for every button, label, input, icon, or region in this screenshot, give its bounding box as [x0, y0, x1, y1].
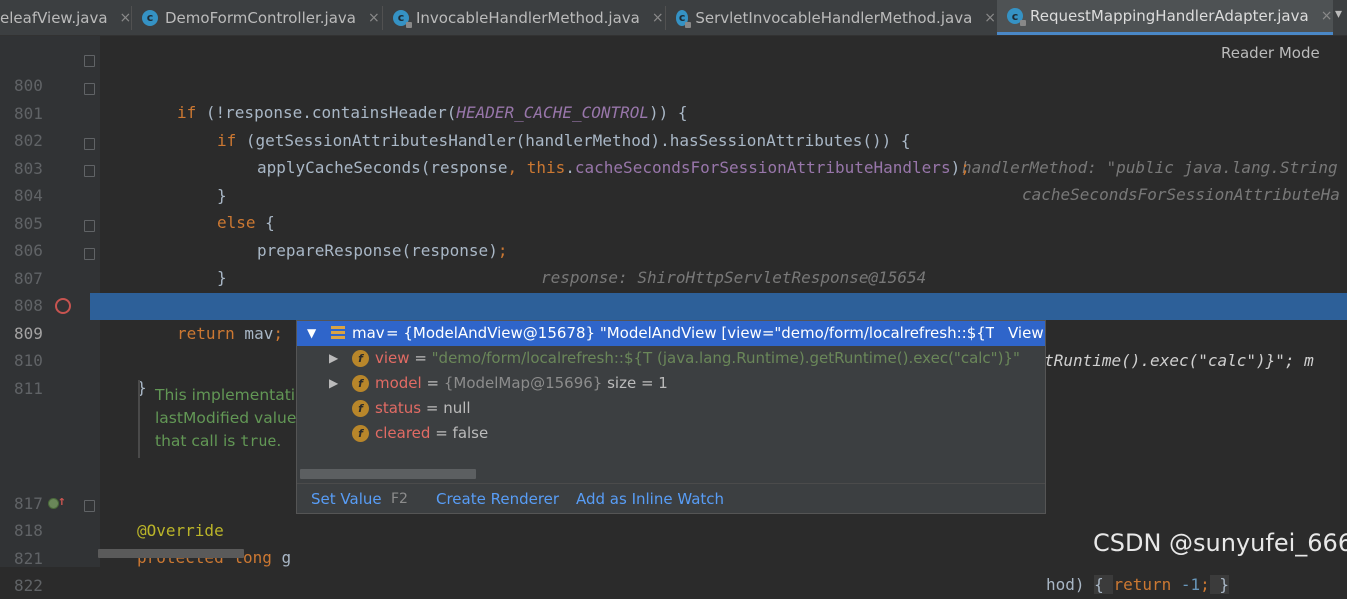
popup-actions-bar: Set Value F2 Create Renderer Add as Inli… — [297, 483, 1045, 514]
create-renderer-link[interactable]: Create Renderer — [436, 490, 559, 508]
fold-marker-icon[interactable] — [84, 165, 95, 177]
gutter-line: 809 — [0, 293, 90, 343]
code-line: 807 } — [0, 238, 1347, 315]
field-value: {ModelMap@15696} — [443, 374, 603, 392]
field-icon: f — [352, 425, 369, 442]
tab-label: RequestMappingHandlerAdapter.java — [1030, 7, 1309, 25]
tab-invocablehandlermethod[interactable]: c InvocableHandlerMethod.java × — [393, 0, 665, 35]
breakpoint-icon[interactable] — [55, 298, 71, 314]
tab-thymeleafview[interactable]: eleafView.java × — [0, 0, 131, 35]
class-icon: c — [142, 9, 158, 26]
shortcut-hint: F2 — [391, 491, 408, 507]
watermark: CSDN @sunyufei_666 — [1093, 529, 1347, 557]
tab-label: ServletInvocableHandlerMethod.java — [695, 8, 973, 27]
line-number: 822 — [14, 576, 43, 595]
code-text-tail: hod) { return -1; } — [1046, 575, 1230, 594]
close-icon[interactable]: × — [984, 10, 996, 26]
variable-icon — [331, 326, 345, 340]
fold-marker-icon[interactable] — [84, 220, 95, 232]
code-line: 805 prepareResponse(response); response:… — [0, 183, 1347, 287]
doc-comment-line: lastModified value — [155, 409, 297, 427]
more-tabs-icon[interactable]: ▾ — [1335, 6, 1342, 22]
class-locked-icon: c — [1007, 8, 1026, 26]
tab-label: InvocableHandlerMethod.java — [416, 8, 640, 27]
fold-marker-icon[interactable] — [84, 248, 95, 260]
popup-horizontal-scrollbar[interactable] — [300, 469, 476, 479]
fold-marker-icon[interactable] — [84, 83, 95, 95]
variable-tree-root[interactable]: ▼ mav = {ModelAndView@15678} "ModelAndVi… — [297, 321, 1045, 346]
variable-name: mav — [352, 324, 385, 342]
horizontal-scrollbar[interactable] — [98, 549, 244, 558]
close-icon[interactable]: × — [1321, 8, 1333, 24]
tab-divider — [382, 6, 383, 30]
close-icon[interactable]: × — [652, 10, 664, 26]
debug-value-popup: ▼ mav = {ModelAndView@15678} "ModelAndVi… — [296, 320, 1046, 514]
variable-value: = {ModelAndView@15678} "ModelAndView [vi… — [386, 324, 994, 342]
field-name: cleared — [375, 424, 431, 442]
class-locked-icon: c — [676, 9, 692, 28]
add-inline-watch-link[interactable]: Add as Inline Watch — [576, 490, 724, 508]
chevron-right-icon[interactable]: ▶ — [329, 371, 338, 396]
chevron-right-icon[interactable]: ▶ — [329, 346, 338, 371]
chevron-down-icon[interactable]: ▼ — [307, 321, 316, 346]
field-value: null — [443, 399, 471, 417]
code-line: 808 — [0, 265, 1347, 315]
code-line: 804 else { — [0, 155, 1347, 232]
code-line: 800 if (!response.containsHeader(HEADER_… — [0, 45, 1347, 122]
field-name: status — [375, 399, 422, 417]
field-value: false — [452, 424, 489, 442]
doc-comment-line: This implementatio — [155, 386, 305, 404]
field-icon: f — [352, 350, 369, 367]
field-value: "demo/form/localrefresh::${T (java.lang.… — [431, 349, 1020, 367]
code-line: 801 if (getSessionAttributesHandler(hand… — [0, 73, 1347, 177]
fold-marker-icon[interactable] — [84, 55, 95, 67]
field-name: view — [375, 349, 410, 367]
tab-divider — [131, 6, 132, 30]
doc-comment-line: that call is true. — [155, 432, 282, 450]
editor-tab-bar: eleafView.java × c DemoFormController.ja… — [0, 0, 1347, 36]
tab-requestmappinghandleradapter[interactable]: c RequestMappingHandlerAdapter.java × — [997, 0, 1333, 35]
line-number: 811 — [14, 379, 43, 398]
code-line: 802 applyCacheSeconds(response, this.cac… — [0, 100, 1347, 204]
view-link[interactable]: View — [1008, 321, 1044, 346]
close-icon[interactable]: × — [368, 10, 380, 26]
fold-marker-icon[interactable] — [84, 500, 95, 512]
variable-tree-item[interactable]: f status = null — [297, 396, 1045, 421]
current-execution-line: return mav; mav: "ModelAndView [view="de… — [90, 293, 1347, 370]
overrides-method-icon[interactable]: ↑ — [48, 495, 68, 511]
close-icon[interactable]: × — [120, 10, 132, 26]
variable-tree-item[interactable]: f cleared = false — [297, 421, 1045, 446]
tab-demoformcontroller[interactable]: c DemoFormController.java × — [142, 0, 382, 35]
variable-tree-item[interactable]: ▶ f model = {ModelMap@15696} size = 1 — [297, 371, 1045, 396]
code-line: 806 } — [0, 210, 1347, 287]
tab-label: DemoFormController.java — [165, 8, 356, 27]
tab-servletinvocablehandlermethod[interactable]: c ServletInvocableHandlerMethod.java × — [676, 0, 996, 35]
set-value-link[interactable]: Set Value — [311, 490, 382, 508]
variable-tree-item[interactable]: ▶ f view = "demo/form/localrefresh::${T … — [297, 346, 1045, 371]
field-icon: f — [352, 400, 369, 417]
class-locked-icon: c — [393, 9, 412, 28]
code-line: 803 } — [0, 128, 1347, 205]
fold-marker-icon[interactable] — [84, 138, 95, 150]
tab-label: eleafView.java — [0, 8, 108, 27]
field-name: model — [375, 374, 422, 392]
field-icon: f — [352, 375, 369, 392]
tab-divider — [665, 6, 666, 30]
